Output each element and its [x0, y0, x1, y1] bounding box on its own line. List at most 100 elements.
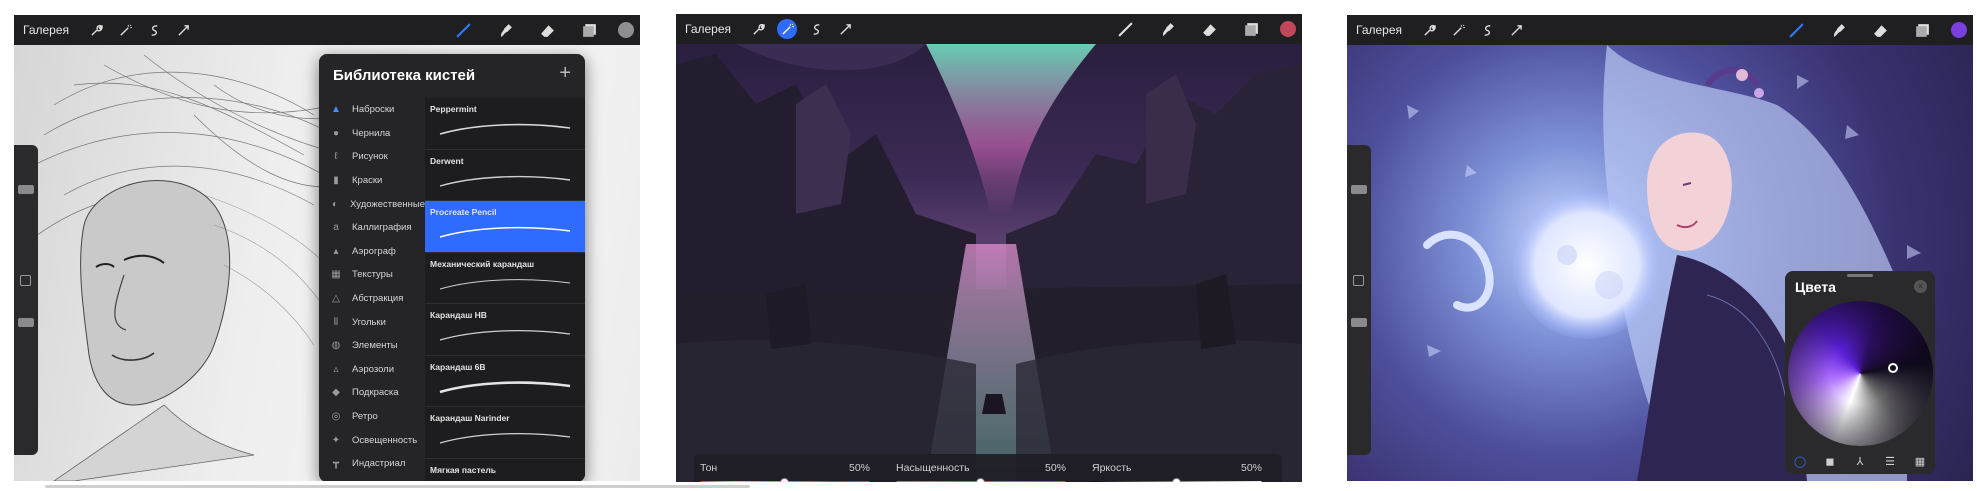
brush-item[interactable]: Карандаш Narinder	[425, 407, 585, 459]
color-swatch-button[interactable]	[618, 22, 634, 38]
category-item[interactable]: a Каллиграфия	[319, 216, 425, 240]
transform-icon[interactable]	[835, 19, 855, 39]
selection-icon[interactable]	[806, 19, 826, 39]
transform-icon[interactable]	[173, 20, 193, 40]
selection-icon[interactable]	[144, 20, 164, 40]
opacity-slider[interactable]	[1351, 318, 1367, 327]
category-label: Текстуры	[352, 269, 393, 281]
category-item[interactable]: ✦ Освещенность	[319, 428, 425, 452]
category-item[interactable]: ▵ Аэрозоли	[319, 358, 425, 382]
brush-item[interactable]: Peppermint	[425, 98, 585, 150]
category-item[interactable]: △ Абстракция	[319, 287, 425, 311]
category-item[interactable]: ▲ Наброски	[319, 98, 425, 122]
close-icon[interactable]: ×	[1914, 280, 1927, 293]
brush-item[interactable]: Мягкая пастель	[425, 458, 585, 481]
category-icon: ▴	[333, 245, 339, 257]
category-item[interactable]: ◐ Художественные	[319, 192, 425, 216]
opacity-slider[interactable]	[18, 318, 34, 327]
brush-icon[interactable]	[1114, 18, 1136, 40]
color-disc[interactable]	[1788, 301, 1933, 446]
category-item[interactable]: ▴ Аэрограф	[319, 240, 425, 264]
brush-icon[interactable]	[1785, 19, 1807, 41]
magic-wand-icon[interactable]	[1448, 20, 1468, 40]
palettes-mode-icon[interactable]: ▦	[1913, 454, 1927, 468]
category-item[interactable]: ◍ Элементы	[319, 334, 425, 358]
color-swatch-button[interactable]	[1280, 21, 1296, 37]
left-sidebar	[14, 145, 38, 455]
category-icon: ┳	[332, 458, 340, 470]
add-brush-button[interactable]: +	[559, 62, 571, 85]
gallery-button[interactable]: Галерея	[685, 22, 731, 36]
canvas-aurora-landscape[interactable]: Тон 50% Насыщенность 50% Яркость 50%	[676, 44, 1302, 482]
category-item[interactable]: ▮ Краски	[319, 169, 425, 193]
hue-value: 50%	[848, 462, 870, 474]
brush-size-slider[interactable]	[18, 185, 34, 194]
brightness-slider-knob[interactable]	[1172, 478, 1181, 482]
wrench-icon[interactable]	[86, 20, 106, 40]
category-icon: ⦀	[333, 316, 339, 328]
category-item[interactable]: ● Чернила	[319, 122, 425, 146]
brush-item[interactable]: Derwent	[425, 149, 585, 201]
colors-panel-title: Цвета	[1795, 279, 1836, 295]
disc-mode-icon[interactable]: ◯	[1793, 454, 1807, 468]
category-item[interactable]: ⦀ Угольки	[319, 310, 425, 334]
category-item[interactable]: ℓ Рисунок	[319, 145, 425, 169]
category-item[interactable]: ┳ Индастриал	[319, 452, 425, 476]
brush-item-selected[interactable]: Procreate Pencil	[425, 201, 585, 253]
toolbar: Галерея	[676, 14, 1302, 44]
color-swatch-button[interactable]	[1951, 22, 1967, 38]
wrench-icon[interactable]	[748, 19, 768, 39]
hue-slider-knob[interactable]	[780, 478, 789, 482]
selection-icon[interactable]	[1477, 20, 1497, 40]
procreate-screen-sketch: Галерея Библиотека кистей + ▲ Наброски ● Ч…	[14, 15, 640, 481]
canvas-moon-girl[interactable]: Цвета × ◯ ◼ ⅄ ☰ ▦	[1347, 45, 1973, 481]
smudge-icon[interactable]	[494, 19, 516, 41]
eraser-icon[interactable]	[1869, 19, 1891, 41]
brush-name: Peppermint	[430, 104, 477, 114]
category-icon: ℓ	[334, 151, 338, 163]
colors-panel: Цвета × ◯ ◼ ⅄ ☰ ▦	[1785, 271, 1935, 474]
modify-button[interactable]	[20, 275, 31, 286]
eraser-icon[interactable]	[1198, 18, 1220, 40]
wrench-icon[interactable]	[1419, 20, 1439, 40]
category-item[interactable]: ◎ Ретро	[319, 405, 425, 429]
smudge-icon[interactable]	[1827, 19, 1849, 41]
category-label: Абстракция	[352, 293, 404, 305]
magic-wand-icon[interactable]	[777, 19, 798, 39]
gallery-button[interactable]: Галерея	[23, 23, 69, 37]
brush-item[interactable]: Механический карандаш	[425, 252, 585, 304]
harmony-mode-icon[interactable]: ⅄	[1853, 454, 1867, 468]
brush-icon[interactable]	[452, 19, 474, 41]
layers-icon[interactable]	[1240, 18, 1262, 40]
layers-icon[interactable]	[578, 19, 600, 41]
transform-icon[interactable]	[1506, 20, 1526, 40]
brush-stroke-preview	[439, 433, 571, 444]
brush-item[interactable]: Карандаш 6B	[425, 355, 585, 407]
category-item[interactable]: ▦ Текстуры	[319, 263, 425, 287]
brush-size-slider[interactable]	[1351, 185, 1367, 194]
procreate-screen-moon-girl: Цвета × ◯ ◼ ⅄ ☰ ▦ Галерея	[1347, 15, 1973, 481]
brush-item[interactable]: Карандаш HB	[425, 304, 585, 356]
category-icon: ◆	[332, 387, 340, 399]
value-mode-icon[interactable]: ☰	[1883, 454, 1897, 468]
category-label: Индастриал	[352, 458, 406, 470]
classic-mode-icon[interactable]: ◼	[1823, 454, 1837, 468]
gallery-button[interactable]: Галерея	[1356, 23, 1402, 37]
saturation-slider-knob[interactable]	[976, 478, 985, 482]
category-item[interactable]: ◆ Подкраска	[319, 381, 425, 405]
brush-name: Механический карандаш	[430, 258, 535, 269]
modify-button[interactable]	[1353, 275, 1364, 286]
magic-wand-icon[interactable]	[115, 20, 135, 40]
category-label: Освещенность	[352, 434, 418, 446]
layers-icon[interactable]	[1911, 19, 1933, 41]
category-icon: ◐	[332, 198, 339, 210]
brush-stroke-preview	[439, 278, 571, 289]
gallery-scrollbar[interactable]	[45, 485, 750, 488]
color-picker-knob[interactable]	[1888, 363, 1898, 373]
category-label: Подкраска	[352, 387, 399, 399]
eraser-icon[interactable]	[536, 19, 558, 41]
brightness-control: Яркость 50%	[1086, 454, 1262, 482]
category-label: Каллиграфия	[352, 222, 412, 234]
smudge-icon[interactable]	[1156, 18, 1178, 40]
panel-drag-handle[interactable]	[1847, 274, 1873, 277]
